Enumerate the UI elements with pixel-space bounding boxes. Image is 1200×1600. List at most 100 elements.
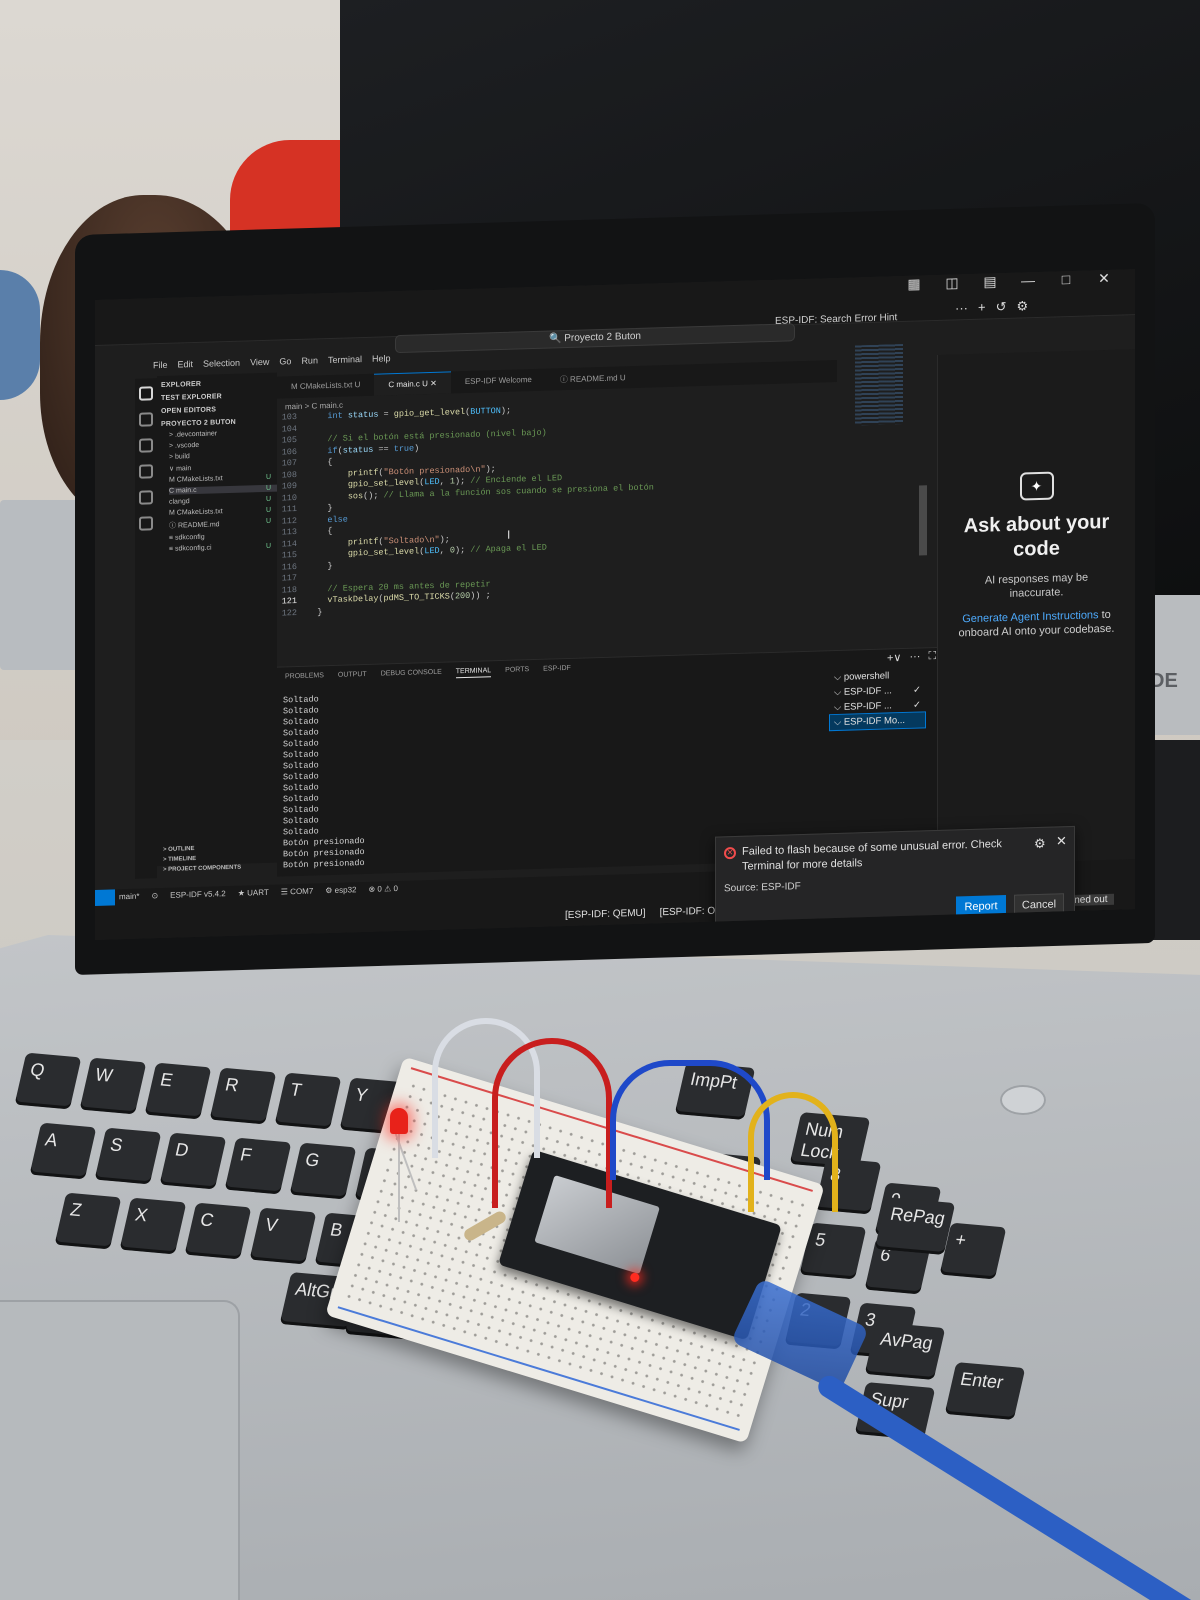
- file-tree-item[interactable]: ≡ sdkconfig: [169, 532, 277, 542]
- status-item[interactable]: [ESP-IDF: QEMU]: [565, 908, 646, 921]
- file-tree: > .devcontainer > .vscode > build ∨ main M C…: [157, 429, 277, 554]
- menu-terminal[interactable]: Terminal: [328, 354, 362, 365]
- remote-indicator[interactable]: [95, 889, 115, 906]
- espidf-icon[interactable]: [139, 516, 153, 531]
- file-name: ∨ main: [169, 465, 192, 473]
- gear-icon[interactable]: ⚙: [1017, 298, 1029, 314]
- section-project[interactable]: PROYECTO 2 BUTON: [161, 418, 273, 428]
- status-item[interactable]: ⊙: [151, 891, 158, 900]
- status-item[interactable]: ☰ COM7: [281, 887, 314, 897]
- file-tree-item[interactable]: > build: [169, 451, 277, 461]
- file-tree-item[interactable]: ⓘ README.md U: [169, 518, 277, 531]
- panel-toggle-icon[interactable]: ▤: [981, 273, 999, 291]
- new-terminal-icon[interactable]: +∨: [887, 651, 901, 664]
- source-control-icon[interactable]: [139, 438, 153, 453]
- breadcrumb[interactable]: main > C main.c: [285, 401, 343, 412]
- line-number: 111: [281, 504, 297, 515]
- key[interactable]: E: [144, 1062, 212, 1120]
- status-item[interactable]: main*: [119, 892, 139, 902]
- key[interactable]: Enter: [944, 1362, 1026, 1420]
- menu-file[interactable]: File: [153, 360, 168, 370]
- file-tree-item[interactable]: C main.c U: [169, 484, 277, 495]
- key[interactable]: +: [939, 1222, 1007, 1280]
- code-editor[interactable]: 103 int status = gpio_get_level(BUTTON);…: [277, 394, 897, 652]
- panel-tab-terminal[interactable]: TERMINAL: [455, 667, 492, 679]
- panel-tab-ports[interactable]: PORTS: [505, 666, 529, 677]
- panel-tab-output[interactable]: OUTPUT: [338, 671, 367, 682]
- key[interactable]: A: [29, 1122, 97, 1180]
- status-item[interactable]: ESP-IDF v5.4.2: [170, 889, 226, 900]
- key[interactable]: S: [94, 1127, 162, 1185]
- terminal-instance[interactable]: ⌵ ESP-IDF Mo...: [829, 711, 926, 732]
- notification-gear-icon[interactable]: ⚙: [1034, 836, 1046, 852]
- panel-tab-esp-idf[interactable]: ESP-IDF: [543, 665, 571, 676]
- new-chat-icon[interactable]: +: [978, 300, 986, 316]
- layout-icon[interactable]: ▦: [905, 275, 923, 293]
- file-name: > build: [169, 453, 190, 461]
- key[interactable]: G: [289, 1142, 357, 1200]
- maximize-button[interactable]: □: [1057, 271, 1075, 289]
- key[interactable]: RePag: [874, 1197, 956, 1255]
- status-item[interactable]: ⚙ esp32: [325, 885, 356, 895]
- status-item[interactable]: ⊗ 0 ⚠ 0: [368, 884, 397, 894]
- touchpad[interactable]: [0, 1300, 240, 1600]
- file-tree-item[interactable]: ≡ sdkconfig.ci U: [169, 543, 277, 553]
- section-test-explorer[interactable]: TEST EXPLORER: [161, 392, 273, 402]
- file-tree-item[interactable]: clangd U: [169, 496, 277, 506]
- menu-go[interactable]: Go: [279, 356, 291, 366]
- key[interactable]: W: [79, 1057, 147, 1115]
- tab-cmakelists[interactable]: M CMakeLists.txt U: [277, 374, 374, 399]
- sidebar-toggle-icon[interactable]: ◫: [943, 274, 961, 292]
- minimize-button[interactable]: —: [1019, 272, 1037, 290]
- panel-more-icon[interactable]: ···: [909, 651, 920, 664]
- section-timeline[interactable]: > TIMELINE: [163, 855, 241, 863]
- key[interactable]: T: [274, 1072, 342, 1130]
- panel-tab-debug-console[interactable]: DEBUG CONSOLE: [381, 669, 442, 681]
- more-icon[interactable]: ···: [955, 300, 968, 316]
- text-cursor-icon: I: [507, 527, 511, 542]
- notification-close-icon[interactable]: ✕: [1056, 833, 1067, 849]
- key[interactable]: X: [119, 1197, 187, 1255]
- section-open-editors[interactable]: OPEN EDITORS: [161, 405, 273, 415]
- file-tree-item[interactable]: M CMakeLists.txt U: [169, 474, 277, 484]
- close-button[interactable]: ✕: [1095, 270, 1113, 288]
- key[interactable]: D: [159, 1132, 227, 1190]
- terminal-output[interactable]: Soltado Soltado Soltado Soltado Soltado Solta…: [283, 693, 365, 871]
- file-tree-item[interactable]: > .vscode: [169, 440, 277, 450]
- tab-main-c[interactable]: C main.c U ✕: [374, 371, 451, 396]
- menu-edit[interactable]: Edit: [178, 359, 194, 369]
- status-item[interactable]: ★ UART: [238, 888, 269, 898]
- section-project-components[interactable]: > PROJECT COMPONENTS: [163, 865, 241, 873]
- panel-maximize-icon[interactable]: ⛶: [928, 650, 936, 663]
- search-icon[interactable]: [139, 412, 153, 427]
- error-icon: ✕: [724, 846, 736, 860]
- minimap[interactable]: [855, 344, 903, 426]
- file-tree-item[interactable]: M CMakeLists.txt U: [169, 507, 277, 517]
- git-status-badge: U: [265, 517, 271, 525]
- key[interactable]: Q: [14, 1052, 82, 1110]
- editor-scrollbar[interactable]: [919, 485, 927, 556]
- menu-run[interactable]: Run: [301, 355, 318, 365]
- search-error-hint[interactable]: ESP-IDF: Search Error Hint: [775, 312, 897, 327]
- key[interactable]: R: [209, 1067, 277, 1125]
- key[interactable]: F: [224, 1137, 292, 1195]
- tab-espidf-welcome[interactable]: ESP-IDF Welcome: [451, 369, 546, 394]
- key[interactable]: Z: [54, 1192, 122, 1250]
- key[interactable]: C: [184, 1202, 252, 1260]
- file-tree-item[interactable]: ∨ main: [169, 462, 277, 473]
- section-outline[interactable]: > OUTLINE: [163, 845, 241, 853]
- menu-view[interactable]: View: [250, 357, 269, 368]
- extensions-icon[interactable]: [139, 490, 153, 505]
- power-button[interactable]: [1000, 1085, 1046, 1115]
- panel-tab-problems[interactable]: PROBLEMS: [285, 672, 324, 683]
- menu-selection[interactable]: Selection: [203, 358, 240, 369]
- menu-help[interactable]: Help: [372, 353, 391, 364]
- key[interactable]: V: [249, 1207, 317, 1265]
- explorer-icon[interactable]: [139, 386, 153, 401]
- tab-readme[interactable]: ⓘ README.md U: [546, 366, 640, 391]
- key[interactable]: AvPag: [864, 1322, 946, 1380]
- line-number: 103: [281, 412, 297, 423]
- history-icon[interactable]: ↺: [996, 299, 1007, 315]
- file-tree-item[interactable]: > .devcontainer: [169, 429, 277, 438]
- run-debug-icon[interactable]: [139, 464, 153, 479]
